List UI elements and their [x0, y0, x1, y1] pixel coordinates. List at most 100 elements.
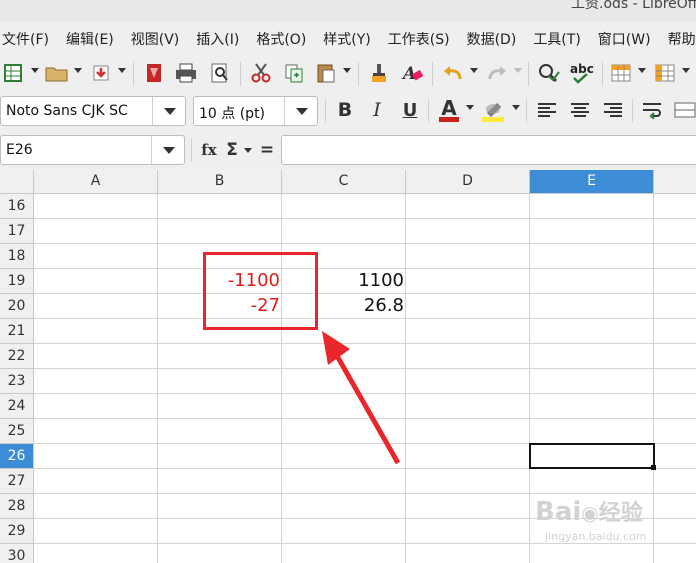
annotation-highlight-box	[203, 252, 318, 330]
export-pdf-icon[interactable]	[141, 60, 167, 86]
row-header-29[interactable]: 29	[0, 519, 34, 544]
row-header-17[interactable]: 17	[0, 219, 34, 244]
menu-view[interactable]: 视图(V)	[131, 29, 188, 49]
column-header-a[interactable]: A	[34, 170, 158, 194]
bold-icon[interactable]: B	[332, 97, 358, 123]
chevron-down-icon[interactable]	[74, 68, 82, 73]
annotation-arrow-icon	[322, 331, 401, 465]
menu-tools[interactable]: 工具(T)	[533, 29, 588, 49]
column-header-c[interactable]: C	[282, 170, 406, 194]
formula-input[interactable]	[281, 135, 696, 165]
row-header-27[interactable]: 27	[0, 469, 34, 494]
menu-insert[interactable]: 插入(I)	[196, 29, 247, 49]
toolbar-separator	[133, 62, 134, 86]
row-header-26[interactable]: 26	[0, 444, 34, 469]
title-bar: 工资.ods - LibreOff	[0, 0, 696, 22]
menu-window[interactable]: 窗口(W)	[598, 29, 659, 49]
row-header-18[interactable]: 18	[0, 244, 34, 269]
column-header-f[interactable]	[654, 170, 696, 194]
find-replace-icon[interactable]	[536, 60, 562, 86]
chevron-down-icon[interactable]	[31, 68, 39, 73]
chevron-down-icon[interactable]	[118, 68, 126, 73]
cut-icon[interactable]	[248, 60, 274, 86]
print-icon[interactable]	[173, 60, 199, 86]
merge-cells-icon[interactable]	[672, 97, 696, 123]
grid-line	[157, 194, 158, 563]
clear-format-icon[interactable]: A	[399, 60, 425, 86]
menu-format[interactable]: 格式(O)	[256, 29, 314, 49]
menu-edit[interactable]: 编辑(E)	[66, 29, 122, 49]
menu-help[interactable]: 帮助	[668, 29, 696, 49]
row-header-28[interactable]: 28	[0, 494, 34, 519]
sum-icon[interactable]: Σ	[219, 137, 245, 163]
chevron-down-icon[interactable]	[638, 68, 646, 73]
clone-format-icon[interactable]	[366, 60, 392, 86]
save-icon[interactable]	[88, 60, 114, 86]
grid-line	[34, 493, 696, 494]
align-left-icon[interactable]	[534, 97, 560, 123]
redo-icon[interactable]	[484, 60, 510, 86]
row-header-19[interactable]: 19	[0, 269, 34, 294]
toolbar-separator	[428, 99, 429, 123]
row-header-20[interactable]: 20	[0, 294, 34, 319]
toolbar-separator	[526, 99, 527, 123]
font-size-combo[interactable]: 10 点 (pt)	[193, 96, 318, 126]
open-icon[interactable]	[44, 60, 70, 86]
menu-data[interactable]: 数据(D)	[467, 29, 525, 49]
name-box[interactable]: E26	[0, 135, 185, 165]
select-all-corner[interactable]	[0, 170, 34, 194]
column-icon[interactable]	[652, 60, 678, 86]
paste-icon[interactable]	[313, 60, 339, 86]
watermark-url: jingyan.baidu.com	[545, 530, 647, 543]
row-icon[interactable]	[608, 60, 634, 86]
font-name-combo[interactable]: Noto Sans CJK SC	[0, 96, 186, 126]
chevron-down-icon[interactable]	[244, 148, 252, 153]
grid-line	[653, 194, 654, 563]
chevron-down-icon[interactable]	[466, 105, 474, 110]
wrap-text-icon[interactable]	[640, 97, 666, 123]
chevron-down-icon[interactable]	[151, 136, 184, 164]
highlight-swatch	[482, 116, 504, 122]
chevron-down-icon[interactable]	[470, 68, 478, 73]
menu-sheet[interactable]: 工作表(S)	[388, 29, 458, 49]
chevron-down-icon[interactable]	[284, 97, 317, 125]
watermark-logo: Bai◉经验	[535, 497, 643, 527]
undo-icon[interactable]	[440, 60, 466, 86]
print-preview-icon[interactable]	[207, 60, 233, 86]
grid-line	[34, 243, 696, 244]
underline-icon[interactable]: U	[397, 97, 423, 123]
column-header-d[interactable]: D	[406, 170, 530, 194]
font-size-value: 10 点 (pt)	[199, 106, 266, 122]
new-icon[interactable]	[0, 60, 26, 86]
row-header-22[interactable]: 22	[0, 344, 34, 369]
align-right-icon[interactable]	[600, 97, 626, 123]
highlight-icon[interactable]	[480, 97, 506, 123]
row-header-23[interactable]: 23	[0, 369, 34, 394]
row-header-30[interactable]: 30	[0, 544, 34, 563]
column-header-b[interactable]: B	[158, 170, 282, 194]
menu-styles[interactable]: 样式(Y)	[323, 29, 378, 49]
row-header-25[interactable]: 25	[0, 419, 34, 444]
chevron-down-icon[interactable]	[343, 68, 351, 73]
chevron-down-icon[interactable]	[514, 68, 522, 73]
row-header-24[interactable]: 24	[0, 394, 34, 419]
equals-icon[interactable]: =	[254, 137, 280, 163]
align-center-icon[interactable]	[567, 97, 593, 123]
chevron-down-icon[interactable]	[682, 68, 690, 73]
spellcheck-icon[interactable]: abc	[568, 60, 598, 86]
chevron-down-icon[interactable]	[512, 105, 520, 110]
grid-line	[529, 194, 530, 563]
spellcheck-label: abc	[570, 62, 594, 76]
column-header-e[interactable]: E	[530, 170, 654, 194]
row-header-21[interactable]: 21	[0, 319, 34, 344]
copy-icon[interactable]	[281, 60, 307, 86]
grid-line	[34, 543, 696, 544]
menu-file[interactable]: 文件(F)	[0, 29, 57, 49]
spreadsheet-grid[interactable]: A B C D E 16 17 18 19 20 21 22 23 24 25 …	[0, 170, 696, 563]
row-header-16[interactable]: 16	[0, 194, 34, 219]
fill-handle[interactable]	[651, 465, 656, 470]
font-color-icon[interactable]: A	[436, 97, 462, 123]
italic-icon[interactable]: I	[364, 97, 390, 123]
chevron-down-icon[interactable]	[152, 97, 185, 125]
active-cell-cursor[interactable]	[529, 443, 655, 469]
